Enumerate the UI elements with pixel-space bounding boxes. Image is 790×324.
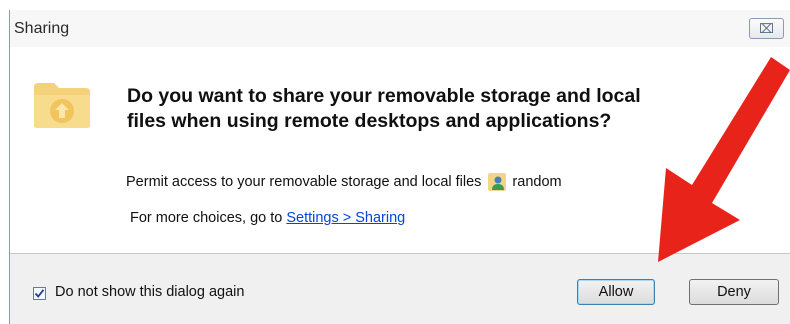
permit-text: Permit access to your removable storage …	[126, 174, 482, 190]
dialog-heading: Do you want to share your removable stor…	[127, 84, 767, 134]
dialog-body: Do you want to share your removable stor…	[10, 47, 790, 253]
checkmark-icon	[34, 289, 45, 298]
close-icon: ⌧	[759, 21, 774, 36]
do-not-show-checkbox[interactable]	[33, 287, 46, 300]
settings-sharing-link[interactable]: Settings > Sharing	[286, 210, 405, 226]
more-choices-text: For more choices, go to	[130, 210, 287, 226]
heading-line-2: files when using remote desktops and app…	[127, 110, 612, 132]
user-name: random	[512, 174, 562, 190]
allow-button[interactable]: Allow	[577, 279, 655, 305]
do-not-show-label[interactable]: Do not show this dialog again	[55, 284, 244, 300]
more-choices-row: For more choices, go to Settings > Shari…	[130, 210, 405, 226]
folder-upload-icon	[34, 83, 90, 128]
heading-line-1: Do you want to share your removable stor…	[127, 85, 641, 107]
close-button[interactable]: ⌧	[749, 18, 784, 39]
deny-button[interactable]: Deny	[689, 279, 779, 305]
user-icon	[488, 173, 507, 191]
sharing-dialog: Sharing ⌧ Do you want to share your remo…	[9, 10, 790, 324]
dialog-footer: Do not show this dialog again Allow Deny	[10, 254, 790, 324]
dialog-title: Sharing	[14, 20, 70, 37]
title-bar[interactable]: Sharing ⌧	[10, 10, 790, 47]
permit-row: Permit access to your removable storage …	[126, 172, 562, 192]
